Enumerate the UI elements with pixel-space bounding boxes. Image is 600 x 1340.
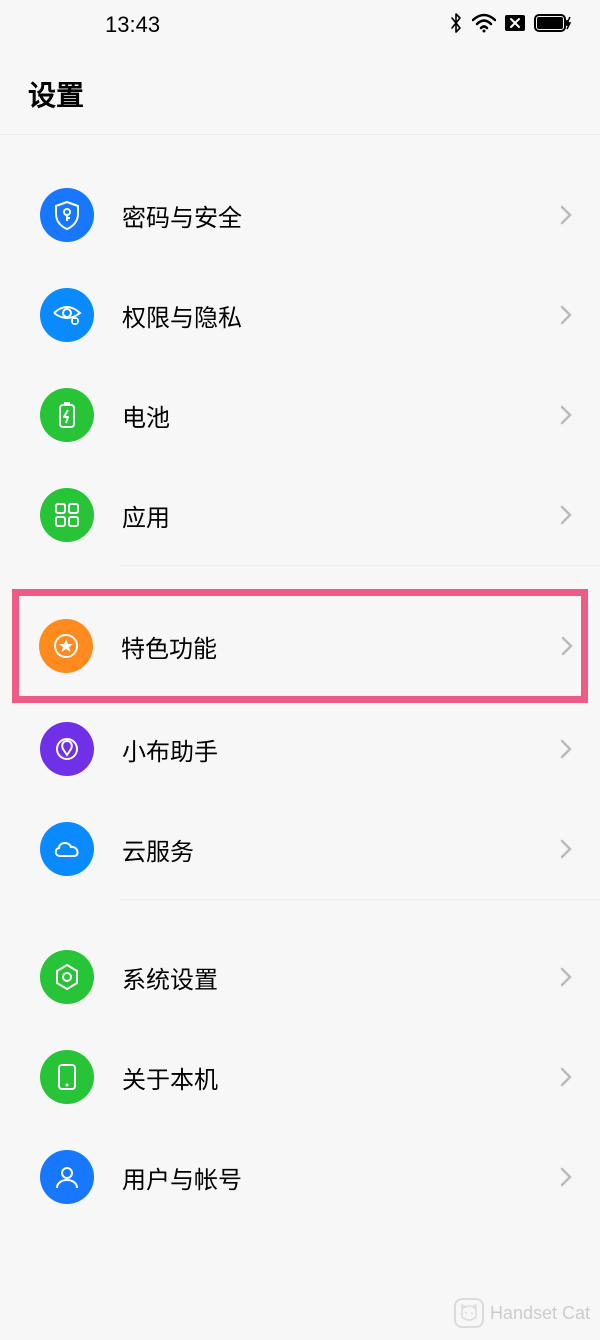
row-label: 密码与安全 (122, 198, 560, 233)
chevron-right-icon (560, 1167, 572, 1187)
no-sim-icon (504, 14, 526, 37)
row-apps[interactable]: 应用 (0, 465, 600, 565)
shield-key-icon (40, 188, 94, 242)
row-system-settings[interactable]: 系统设置 (0, 927, 600, 1027)
settings-list: 密码与安全 权限与隐私 电池 应用 特色功能 (0, 135, 600, 1227)
chevron-right-icon (560, 839, 572, 859)
eye-lock-icon (40, 288, 94, 342)
phone-icon (40, 1050, 94, 1104)
row-label: 用户与帐号 (122, 1160, 560, 1195)
row-battery[interactable]: 电池 (0, 365, 600, 465)
row-label: 关于本机 (122, 1060, 560, 1095)
row-about-phone[interactable]: 关于本机 (0, 1027, 600, 1127)
highlight-special-features: 特色功能 (12, 589, 588, 703)
watermark-logo-icon (454, 1298, 484, 1328)
cloud-icon (40, 822, 94, 876)
watermark-text: Handset Cat (490, 1303, 590, 1324)
star-icon (39, 619, 93, 673)
row-label: 小布助手 (122, 732, 560, 767)
row-privacy[interactable]: 权限与隐私 (0, 265, 600, 365)
row-label: 云服务 (122, 832, 560, 867)
apps-icon (40, 488, 94, 542)
status-time: 13:43 (105, 12, 160, 38)
row-label: 系统设置 (122, 960, 560, 995)
user-icon (40, 1150, 94, 1204)
chevron-right-icon (560, 205, 572, 225)
watermark: Handset Cat (454, 1298, 590, 1328)
bluetooth-icon (449, 12, 464, 39)
chevron-right-icon (560, 405, 572, 425)
row-label: 电池 (122, 398, 560, 433)
row-label: 特色功能 (121, 629, 561, 664)
row-cloud[interactable]: 云服务 (0, 799, 600, 899)
chevron-right-icon (560, 305, 572, 325)
row-assistant[interactable]: 小布助手 (0, 699, 600, 799)
status-bar: 13:43 (0, 0, 600, 50)
hex-gear-icon (40, 950, 94, 1004)
assistant-icon (40, 722, 94, 776)
group-separator (120, 899, 600, 927)
chevron-right-icon (560, 739, 572, 759)
row-label: 应用 (122, 498, 560, 533)
page-title: 设置 (28, 74, 572, 114)
chevron-right-icon (560, 967, 572, 987)
row-password-security[interactable]: 密码与安全 (0, 165, 600, 265)
chevron-right-icon (560, 1067, 572, 1087)
chevron-right-icon (560, 505, 572, 525)
status-icons (449, 12, 572, 39)
battery-icon (40, 388, 94, 442)
row-special-features[interactable]: 特色功能 (39, 596, 573, 696)
row-label: 权限与隐私 (122, 298, 560, 333)
chevron-right-icon (561, 636, 573, 656)
row-users-accounts[interactable]: 用户与帐号 (0, 1127, 600, 1227)
wifi-icon (472, 13, 496, 38)
battery-icon (534, 14, 572, 37)
page-header: 设置 (0, 50, 600, 135)
